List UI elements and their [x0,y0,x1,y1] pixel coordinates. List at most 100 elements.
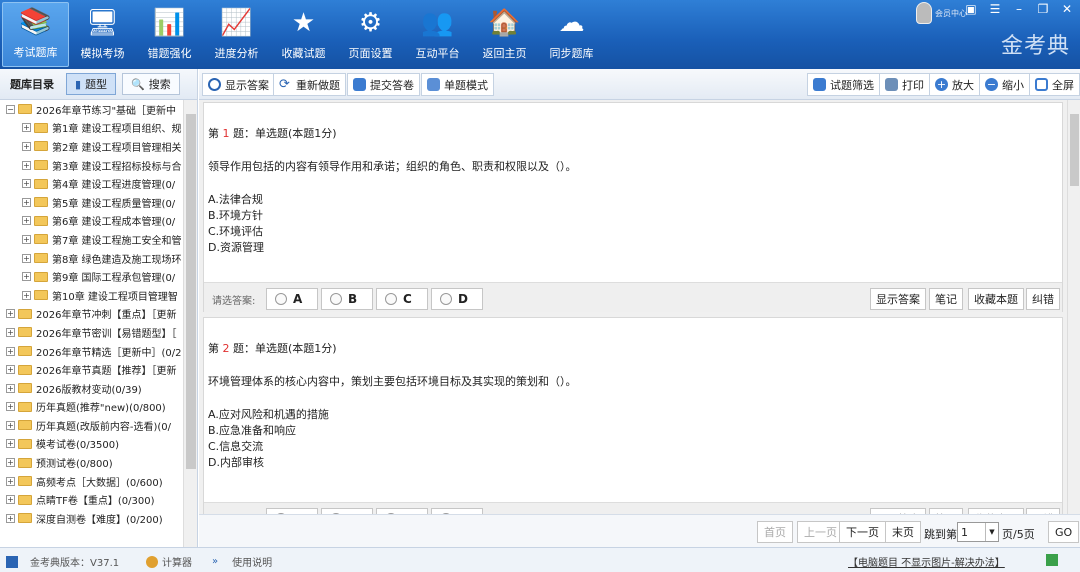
note-button[interactable]: 笔记 [929,288,963,310]
single-mode-button[interactable]: 单题模式 [421,73,494,96]
prev-page-button[interactable]: 上一页 [797,521,844,543]
filter-button[interactable]: 试题筛选 [807,73,880,96]
expand-icon[interactable]: + [6,309,15,319]
next-page-button[interactable]: 下一页 [839,521,886,543]
calculator-button[interactable]: 计算器 [146,554,192,569]
expand-icon[interactable]: + [22,234,31,244]
nav-star[interactable]: ★ 收藏试题 [270,2,337,67]
expand-icon[interactable]: + [22,141,31,151]
go-button[interactable]: GO [1048,521,1080,543]
last-page-button[interactable]: 末页 [885,521,921,543]
tree-node[interactable]: + 历年真题(改版前内容-选看)(0/ [0,416,182,435]
expand-icon[interactable]: + [6,513,15,523]
image-help-link[interactable]: 【电脑题目 不显示图片-解决办法】 [848,554,1005,569]
first-page-button[interactable]: 首页 [757,521,793,543]
left-scrollbar[interactable] [183,100,197,547]
expand-icon[interactable]: + [22,160,31,170]
tree-node-label: 第8章 绿色建造及施工现场环 [52,254,182,266]
tree-node[interactable]: +2026版教材变动(0/39) [0,379,182,398]
zoom-in-button[interactable]: + 放大 [929,73,980,96]
report-error-button[interactable]: 纠错 [1026,288,1060,310]
print-button[interactable]: 打印 [879,73,930,96]
answer-choice-b[interactable]: B [321,288,373,310]
page-number-select[interactable]: 1 ▼ [957,522,999,542]
expand-icon[interactable]: + [6,476,15,486]
nav-people[interactable]: 👥 互动平台 [404,2,471,67]
expand-icon[interactable]: + [22,272,31,282]
fullscreen-button[interactable]: 全屏 [1029,73,1080,96]
redo-label: 重新做题 [296,78,340,92]
expand-icon[interactable]: + [6,439,15,449]
nav-gear[interactable]: ⚙ 页面设置 [337,2,404,67]
scrollbar-thumb[interactable] [186,114,196,469]
tree-node[interactable]: + 第3章 建设工程招标投标与合 [0,156,182,175]
tree-node[interactable]: + 高频考点［大数据］(0/600) [0,472,182,491]
tab-question-type[interactable]: ▮ 题型 [66,73,117,95]
tree-node[interactable]: + 模考试卷(0/3500) [0,435,182,454]
tree-node[interactable]: + 第9章 国际工程承包管理(0/ [0,267,182,286]
zoom-out-button[interactable]: − 缩小 [979,73,1030,96]
answer-choice-c[interactable]: C [376,288,428,310]
tree-node[interactable]: + 预测试卷(0/800) [0,453,182,472]
expand-icon[interactable]: + [6,365,15,375]
show-answer-button[interactable]: 显示答案 [202,73,275,96]
tree-node[interactable]: + 深度自测卷【难度】(0/200) [0,509,182,528]
radio-icon [440,293,452,305]
menu-icon[interactable]: ☰ [986,2,1004,16]
tree-node[interactable]: + 第2章 建设工程项目管理相关 [0,137,182,156]
member-center[interactable]: 会员中心 [916,2,967,24]
tree-node[interactable]: +2026年章节密训【易错题型】［ [0,323,182,342]
show-answer-button[interactable]: 显示答案 [870,288,926,310]
answer-choice-d[interactable]: D [431,288,483,310]
expand-icon[interactable]: + [6,420,15,430]
expand-icon[interactable]: + [22,290,31,300]
expand-icon[interactable]: + [6,458,15,468]
tree-node[interactable]: + 第5章 建设工程质量管理(0/ [0,193,182,212]
expand-icon[interactable]: + [22,216,31,226]
expand-icon[interactable]: + [6,495,15,505]
main-scrollbar[interactable] [1067,100,1080,514]
skin-icon[interactable]: ▣ [962,2,980,16]
nav-monitor[interactable]: 🖥 模拟考场 [69,2,136,67]
folder-icon [34,160,48,171]
tab-search[interactable]: 🔍 搜索 [122,73,180,95]
scrollbar-thumb[interactable] [1070,114,1079,186]
tree-node[interactable]: + 点睛TF卷【重点】(0/300) [0,490,182,509]
submit-button[interactable]: 提交答卷 [347,73,420,96]
expand-icon[interactable]: + [6,346,15,356]
expand-icon[interactable]: + [6,383,15,393]
tree-node[interactable]: + 第8章 绿色建造及施工现场环 [0,249,182,268]
tree-node[interactable]: + 第6章 建设工程成本管理(0/ [0,212,182,231]
tree-node[interactable]: +2026年章节冲刺【重点】［更新 [0,305,182,324]
collapse-icon[interactable]: − [6,104,15,114]
tree-node[interactable]: + 第1章 建设工程项目组织、规 [0,119,182,138]
answer-choice-a[interactable]: A [266,288,318,310]
tree-node[interactable]: +2026年章节精选［更新中］(0/21 [0,342,182,361]
stats-icon[interactable] [1046,554,1058,566]
expand-icon[interactable]: + [22,253,31,263]
expand-icon[interactable]: + [6,402,15,412]
minimize-icon[interactable]: – [1010,2,1028,16]
tree-node-label: 第9章 国际工程承包管理(0/ [52,273,176,285]
tree-node[interactable]: +2026年章节真题【推荐】［更新 [0,360,182,379]
tree-node[interactable]: + 历年真题(推荐"new)(0/800) [0,398,182,417]
expand-icon[interactable]: + [22,179,31,189]
tree-node[interactable]: + 第7章 建设工程施工安全和管 [0,230,182,249]
nav-books[interactable]: 📚 考试题库 [2,2,69,67]
favorite-button[interactable]: 收藏本题 [968,288,1024,310]
nav-bar-chart[interactable]: 📊 错题强化 [136,2,203,67]
nav-home[interactable]: 🏠 返回主页 [471,2,538,67]
expand-icon[interactable]: + [6,327,15,337]
expand-icon[interactable]: + [22,123,31,133]
chevron-down-icon[interactable]: ▼ [985,523,998,541]
nav-chart-board[interactable]: 📈 进度分析 [203,2,270,67]
nav-sync-cloud[interactable]: ☁ 同步题库 [538,2,605,67]
tree-node[interactable]: + 第10章 建设工程项目管理智 [0,286,182,305]
tree-node[interactable]: + 第4章 建设工程进度管理(0/ [0,174,182,193]
redo-button[interactable]: ⟳ 重新做题 [273,73,346,96]
manual-button[interactable]: » 使用说明 [212,554,272,569]
expand-icon[interactable]: + [22,197,31,207]
close-icon[interactable]: ✕ [1058,2,1076,16]
restore-icon[interactable]: ❐ [1034,2,1052,16]
tree-node[interactable]: − 2026年章节练习"基础［更新中 [0,100,182,119]
